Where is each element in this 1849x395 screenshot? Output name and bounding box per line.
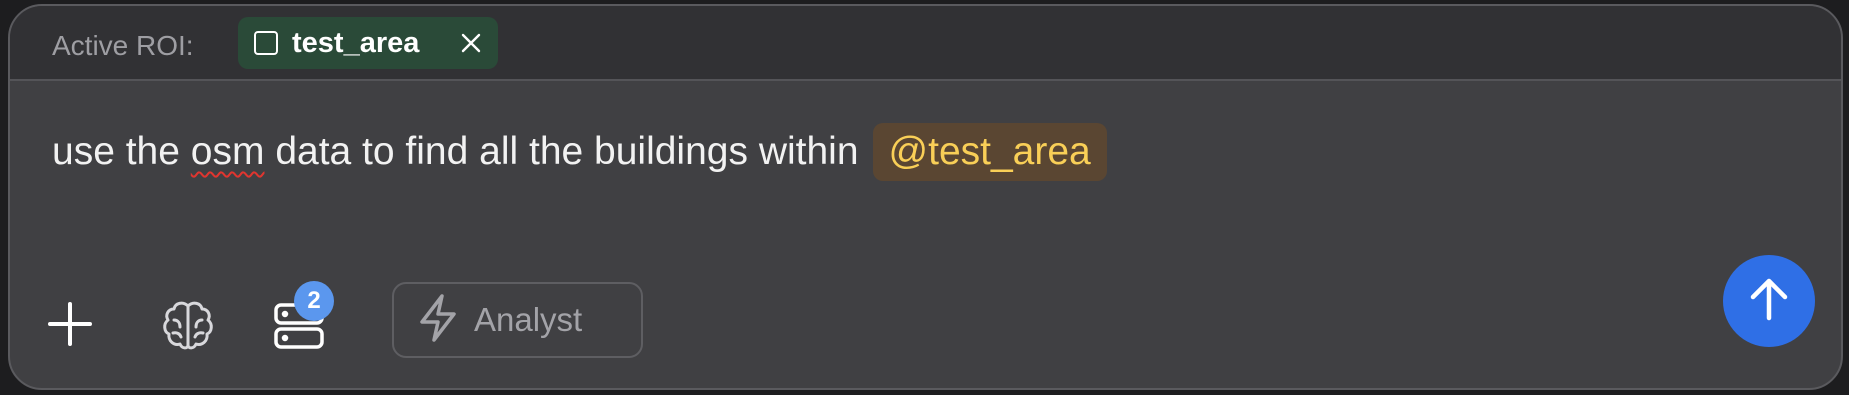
prompt-text-before: use the [52, 130, 180, 173]
roi-mention[interactable]: @test_area [872, 123, 1107, 181]
brain-icon[interactable] [158, 298, 218, 354]
arrow-up-icon [1747, 276, 1791, 327]
misspelled-word: osm [190, 130, 265, 173]
roi-chip[interactable]: test_area [238, 17, 498, 69]
active-roi-bar: Active ROI: test_area [10, 6, 1841, 81]
prompt-text-after: data to find all the buildings within [275, 130, 859, 173]
plus-icon[interactable] [42, 296, 98, 352]
mode-label: Analyst [474, 301, 583, 338]
lightning-icon [416, 293, 460, 348]
chat-input-panel: Active ROI: test_area use the osm data t… [8, 4, 1843, 390]
prompt-input[interactable]: use the osm data to find all the buildin… [52, 122, 1107, 182]
roi-chip-label: test_area [292, 27, 420, 59]
analyst-mode-button[interactable]: Analyst [392, 282, 643, 358]
close-icon[interactable] [458, 30, 484, 56]
datasets-count-badge: 2 [294, 281, 334, 321]
send-button[interactable] [1723, 255, 1815, 347]
active-roi-label: Active ROI: [52, 30, 194, 61]
square-icon [254, 31, 278, 55]
